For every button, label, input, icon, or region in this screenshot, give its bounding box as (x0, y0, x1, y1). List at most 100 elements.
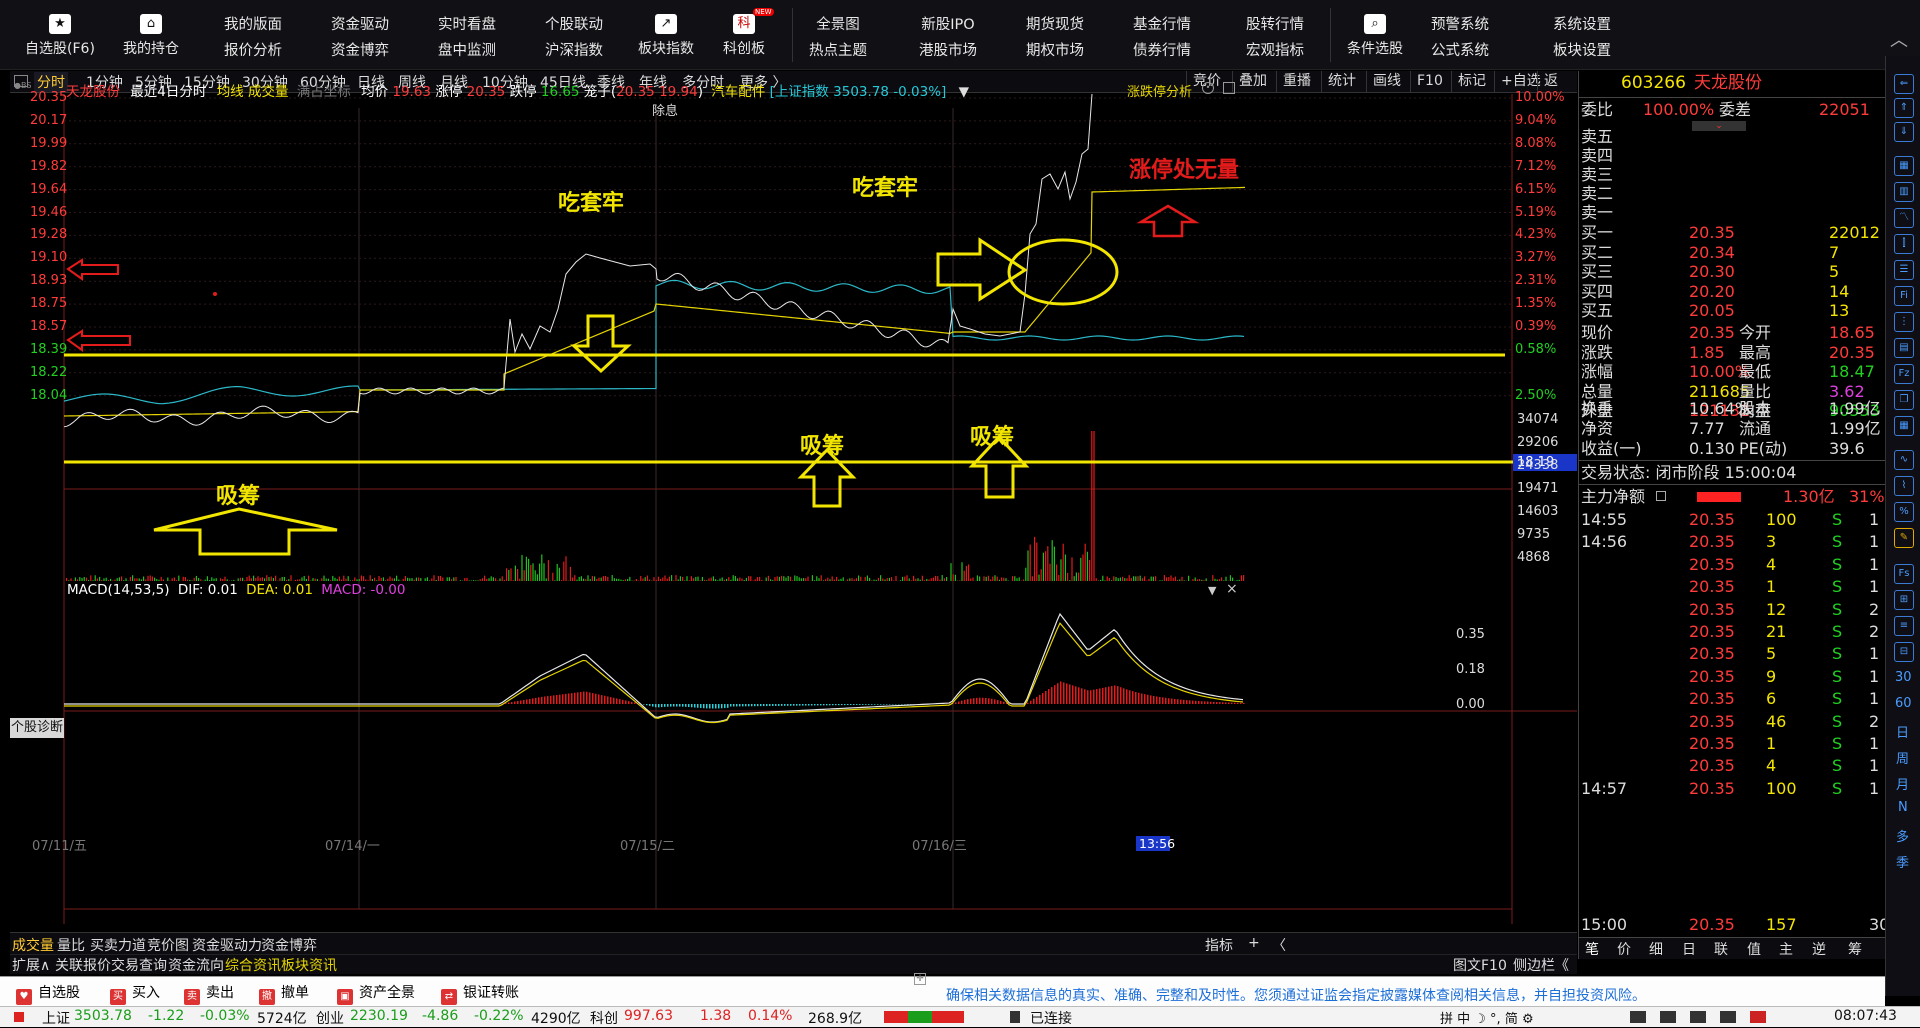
macd-dropdown-icon[interactable]: ▼ (1208, 584, 1216, 597)
fs-icon[interactable]: Fs (1894, 564, 1914, 584)
avg-line-toggle[interactable]: 均线 (217, 84, 244, 100)
fund-row[interactable]: 收益(一)0.130PE(动)39.6 (1579, 437, 1885, 461)
grid-icon[interactable]: ▦ (1894, 156, 1914, 176)
futures-link[interactable]: 期货现货 (1007, 12, 1103, 38)
sell-button[interactable]: 卖卖出 (184, 982, 234, 1005)
hot-topics-link[interactable]: 热点主题 (790, 38, 886, 64)
fund-drive-link[interactable]: 资金驱动 (312, 12, 408, 38)
period-60[interactable]: 60 (1895, 696, 1912, 711)
tab-price[interactable]: 价 (1617, 939, 1631, 959)
mail-icon[interactable] (1660, 1011, 1676, 1023)
maximize-icon[interactable] (1223, 82, 1235, 94)
panorama-link[interactable]: 全景图 (790, 12, 886, 38)
index-dropdown-icon[interactable]: ▼ (959, 84, 969, 100)
fund-flow-link[interactable]: 资金流向 (168, 955, 224, 975)
star-market-button[interactable]: 科 NEW 科创板 (699, 8, 789, 66)
tab-buy-sell-power[interactable]: 买卖力道 (90, 935, 146, 955)
bid-row[interactable]: 买五20.0513 (1579, 299, 1885, 323)
hk-market-link[interactable]: 港股市场 (900, 38, 996, 64)
my-layout-link[interactable]: 我的版面 (205, 12, 301, 38)
dots-icon[interactable]: ⋮ (1894, 312, 1914, 332)
intraday-chart[interactable] (10, 94, 1577, 931)
tick-row[interactable]: 20.351S1 (1579, 575, 1885, 599)
tab-fund-drive[interactable]: 资金驱动力 (192, 935, 262, 955)
live-view-link[interactable]: 实时看盘 (419, 12, 515, 38)
minimize-icon[interactable]: ⇐ (1894, 74, 1914, 94)
period-30[interactable]: 30 (1895, 670, 1912, 685)
tick-row[interactable]: 14:5620.353S1 (1579, 530, 1885, 554)
tab-detail[interactable]: 细 (1649, 939, 1663, 959)
tab-volume-ratio[interactable]: 量比 (57, 935, 85, 955)
add-indicator-button[interactable]: + (1248, 935, 1260, 951)
f10-button[interactable]: F10 (1410, 71, 1449, 93)
stock-diagnosis-button[interactable]: 个股诊断 (10, 718, 64, 738)
candles-icon[interactable]: ⫿ (1894, 234, 1914, 254)
overlay-button[interactable]: 叠加 (1232, 71, 1273, 93)
options-link[interactable]: 期权市场 (1007, 38, 1103, 64)
kc-index[interactable]: 997.63 (624, 1008, 673, 1024)
chart-line-icon[interactable]: 〽 (1894, 208, 1914, 228)
fund-quotes-link[interactable]: 基金行情 (1114, 12, 1210, 38)
tab-main[interactable]: 主 (1779, 939, 1793, 959)
list-icon[interactable]: ☰ (1894, 260, 1914, 280)
fz-icon[interactable]: Fz (1894, 364, 1914, 384)
tab-reverse[interactable]: 逆 (1812, 939, 1826, 959)
tick-row[interactable]: 20.355S1 (1579, 642, 1885, 666)
mark-button[interactable]: 标记 (1451, 71, 1492, 93)
fund-game-link[interactable]: 资金博弈 (312, 38, 408, 64)
tab-chips[interactable]: 筹 (1848, 939, 1862, 959)
formula-system-link[interactable]: 公式系统 (1412, 38, 1508, 64)
expand-toggle[interactable]: 扩展∧ (12, 955, 50, 975)
tick-row[interactable]: 20.3512S2 (1579, 598, 1885, 622)
percent-icon[interactable]: % (1894, 502, 1914, 522)
tick-row[interactable]: 20.359S1 (1579, 665, 1885, 689)
sh-index[interactable]: 3503.78 (74, 1008, 132, 1024)
tick-row[interactable]: 20.3521S2 (1579, 620, 1885, 644)
replay-button[interactable]: 重播 (1276, 71, 1317, 93)
indicator-button[interactable]: 指标 (1205, 935, 1233, 955)
sector-settings-link[interactable]: 板块设置 (1534, 38, 1630, 64)
bank-transfer-button[interactable]: ⇄银证转账 (441, 982, 519, 1005)
tick-row[interactable]: 14:5720.35100S1 (1579, 777, 1885, 801)
line-chart-icon[interactable]: ⌇ (1894, 476, 1914, 496)
tab-value[interactable]: 值 (1747, 939, 1761, 959)
period-quarter[interactable]: 季 (1896, 852, 1909, 871)
tab-linked[interactable]: 联 (1714, 939, 1728, 959)
tick-row[interactable]: 15:0020.3515730 (1579, 913, 1885, 937)
tick-row[interactable]: 20.3546S2 (1579, 710, 1885, 734)
tab-auction-chart[interactable]: 竞价图 (147, 935, 189, 955)
hs-index-link[interactable]: 沪深指数 (526, 38, 622, 64)
tick-row[interactable]: 20.351S1 (1579, 732, 1885, 756)
tick-row[interactable]: 20.354S1 (1579, 553, 1885, 577)
ime-indicator-icon[interactable]: 拼 中 ☽ °, 简 ⚙ (1440, 1008, 1534, 1027)
stack-icon[interactable]: ≡ (1894, 616, 1914, 636)
tick-row[interactable]: 20.354S1 (1579, 754, 1885, 778)
my-holdings-button[interactable]: ⌂ 我的持仓 (106, 8, 196, 66)
f10-graphic-link[interactable]: 图文F10 (1453, 955, 1507, 975)
favorites-action[interactable]: ♥自选股 (16, 982, 80, 1005)
system-settings-link[interactable]: 系统设置 (1534, 12, 1630, 38)
cy-index[interactable]: 2230.19 (350, 1008, 408, 1024)
period-month[interactable]: 月 (1896, 774, 1909, 793)
index-quote[interactable]: [上证指数 3503.78 -0.03%] (770, 84, 947, 100)
detail-icon[interactable] (1656, 491, 1666, 501)
bell-icon[interactable] (1720, 1011, 1736, 1023)
copy-icon[interactable]: ❐ (1894, 390, 1914, 410)
monitor-icon[interactable] (1690, 1011, 1706, 1023)
calc-icon[interactable]: ⊟ (1894, 642, 1914, 662)
statistics-button[interactable]: 统计 (1321, 71, 1362, 93)
cancel-order-button[interactable]: 撤撤单 (259, 982, 309, 1005)
tab-fund-game[interactable]: 资金博弈 (261, 935, 317, 955)
chart-mode[interactable]: 最近4日分时 (130, 84, 206, 100)
tab-daily[interactable]: 日 (1682, 939, 1696, 959)
fin-icon[interactable]: Fi (1894, 286, 1914, 306)
tab-volume[interactable]: 成交量 (12, 935, 54, 955)
settings-icon[interactable]: • (1202, 82, 1214, 94)
assets-button[interactable]: ▣资产全景 (337, 982, 415, 1005)
macro-link[interactable]: 宏观指标 (1227, 38, 1323, 64)
draw-line-button[interactable]: 画线 (1366, 71, 1407, 93)
wave-icon[interactable]: ∿ (1894, 450, 1914, 470)
period-multi[interactable]: 多 (1896, 826, 1909, 845)
condition-screener-button[interactable]: ⌕ 条件选股 (1330, 8, 1420, 66)
bond-quotes-link[interactable]: 债券行情 (1114, 38, 1210, 64)
